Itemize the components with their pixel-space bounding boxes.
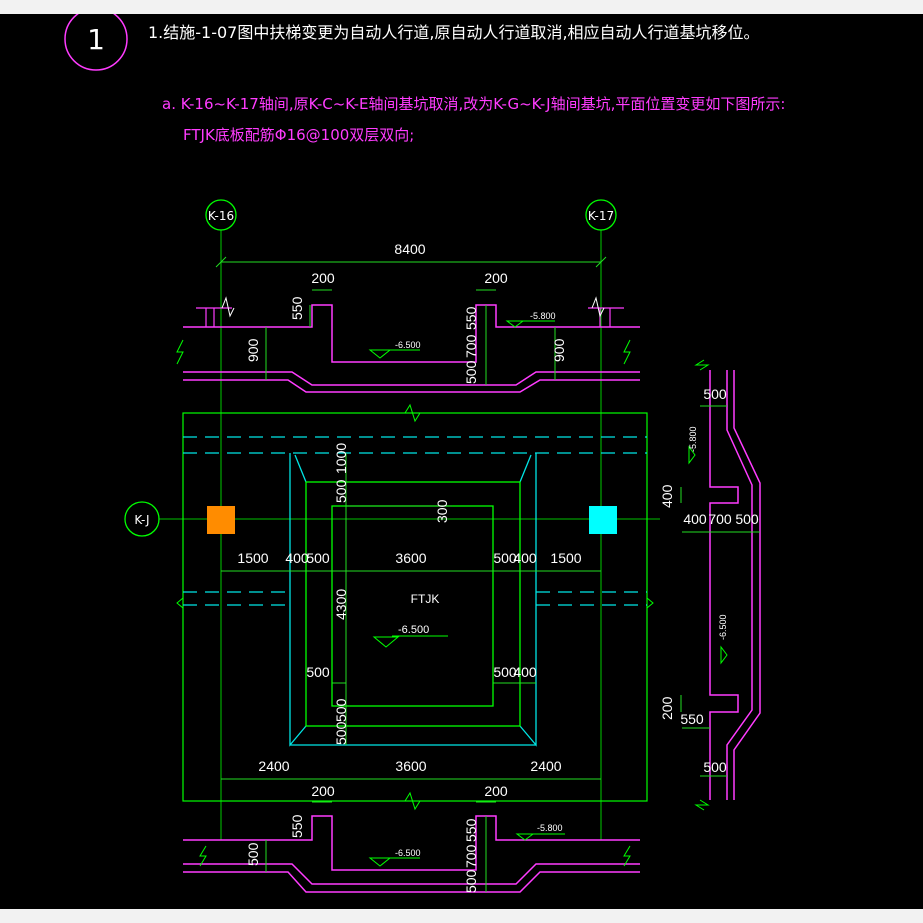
- bottom-dim-700-mid: 700: [463, 844, 479, 868]
- plan-dim-1500-left: 1500: [237, 550, 268, 566]
- axis-label-k17: K-17: [588, 209, 614, 223]
- top-dim-550-left: 550: [289, 296, 305, 320]
- detail-marker-number: 1: [87, 23, 105, 56]
- bottom-dim-550-mid: 550: [463, 818, 479, 842]
- plan-dim-300: 300: [434, 499, 450, 523]
- note-main: 1.结施-1-07图中扶梯变更为自动人行道,原自动人行道取消,相应自动人行道基坑…: [148, 23, 760, 42]
- plan-dim-2400-left: 2400: [258, 758, 289, 774]
- top-dim-900-left: 900: [245, 338, 261, 362]
- bottom-pit-level: -6.500: [395, 848, 421, 858]
- pit-level: -6.500: [398, 624, 429, 636]
- column-orange[interactable]: [207, 506, 235, 534]
- plan-dim-1000: 1000: [333, 443, 349, 474]
- bottom-side-level: -5.800: [537, 823, 563, 833]
- side-dim-500-top: 500: [703, 386, 727, 402]
- plan-dim-4300: 4300: [333, 589, 349, 620]
- top-side-level: -5.800: [530, 311, 556, 321]
- bottom-dim-200-left: 200: [311, 783, 335, 799]
- plan-dim-3600-bottom: 3600: [395, 758, 426, 774]
- bottom-dim-500-left: 500: [245, 842, 261, 866]
- section-bottom: 200 200 550 500 550 700 500 -6.500 -5.80…: [183, 783, 640, 893]
- side-dim-500-bottom: 500: [703, 759, 727, 775]
- top-pit-level: -6.500: [395, 340, 421, 350]
- plan-dim-500-left: 500: [306, 550, 330, 566]
- section-side: 500 400 400 700 500 200 550 500 -5.800 -…: [659, 359, 761, 811]
- axis-label-k16: K-16: [208, 209, 234, 223]
- drawing-svg: 1 1.结施-1-07图中扶梯变更为自动人行道,原自动人行道取消,相应自动人行道…: [64, 14, 785, 893]
- axis-lines: [159, 230, 660, 840]
- plan-dim-400-right: 400: [513, 550, 537, 566]
- top-dim-200-left: 200: [311, 270, 335, 286]
- bottom-dim-200-right: 200: [484, 783, 508, 799]
- pit-label: FTJK: [411, 592, 440, 606]
- side-dim-200: 200: [659, 696, 675, 720]
- plan-dim-500-bottom-a: 500: [333, 698, 349, 722]
- side-dim-700: 700: [708, 511, 732, 527]
- note-item-a-rebar: FTJK底板配筋Φ16@100双层双向;: [183, 126, 414, 144]
- side-level-mid: -6.500: [718, 614, 728, 640]
- top-dim-200-right: 200: [484, 270, 508, 286]
- plan-dim-3600: 3600: [395, 550, 426, 566]
- side-dim-550: 550: [680, 711, 704, 727]
- axis-label-kj: K-J: [134, 513, 149, 527]
- side-level-top: -5.800: [688, 426, 698, 452]
- dim-total: 8400: [394, 241, 425, 257]
- drawing-canvas[interactable]: 1 1.结施-1-07图中扶梯变更为自动人行道,原自动人行道取消,相应自动人行道…: [0, 14, 923, 909]
- side-dim-500-mid: 500: [735, 511, 759, 527]
- top-dim-700-mid: 700: [463, 334, 479, 358]
- plan-dim-500-inner-left: 500: [306, 664, 330, 680]
- bottom-dim-550-left: 550: [289, 814, 305, 838]
- plan-dim-500-top: 500: [333, 479, 349, 503]
- bottom-dim-500-mid: 500: [463, 869, 479, 893]
- top-dim-900-right: 900: [551, 338, 567, 362]
- cad-viewport: 1 1.结施-1-07图中扶梯变更为自动人行道,原自动人行道取消,相应自动人行道…: [0, 0, 923, 923]
- top-dim-500-mid: 500: [463, 360, 479, 384]
- column-cyan[interactable]: [589, 506, 617, 534]
- plan-dim-500-bottom-b: 500: [333, 721, 349, 745]
- note-item-a: a. K-16~K-17轴间,原K-C~K-E轴间基坑取消,改为K-G~K-J轴…: [162, 95, 785, 113]
- side-dim-400: 400: [683, 511, 707, 527]
- section-top: 200 200 550 900 550 700 500 900 -6.500 -…: [176, 270, 640, 393]
- plan-dim-400-inner-right: 400: [513, 664, 537, 680]
- top-dim-550-mid: 550: [463, 306, 479, 330]
- plan-dim-1500-right: 1500: [550, 550, 581, 566]
- plan-outline: [182, 412, 648, 802]
- dim-total-line: [215, 256, 607, 268]
- plan-dim-2400-right: 2400: [530, 758, 561, 774]
- side-dim-400-vertical: 400: [659, 484, 675, 508]
- pit-inner-wall: [331, 505, 494, 707]
- pit-plan: 1500 400 500 3600 500 400 1500 2400 3600…: [176, 403, 654, 811]
